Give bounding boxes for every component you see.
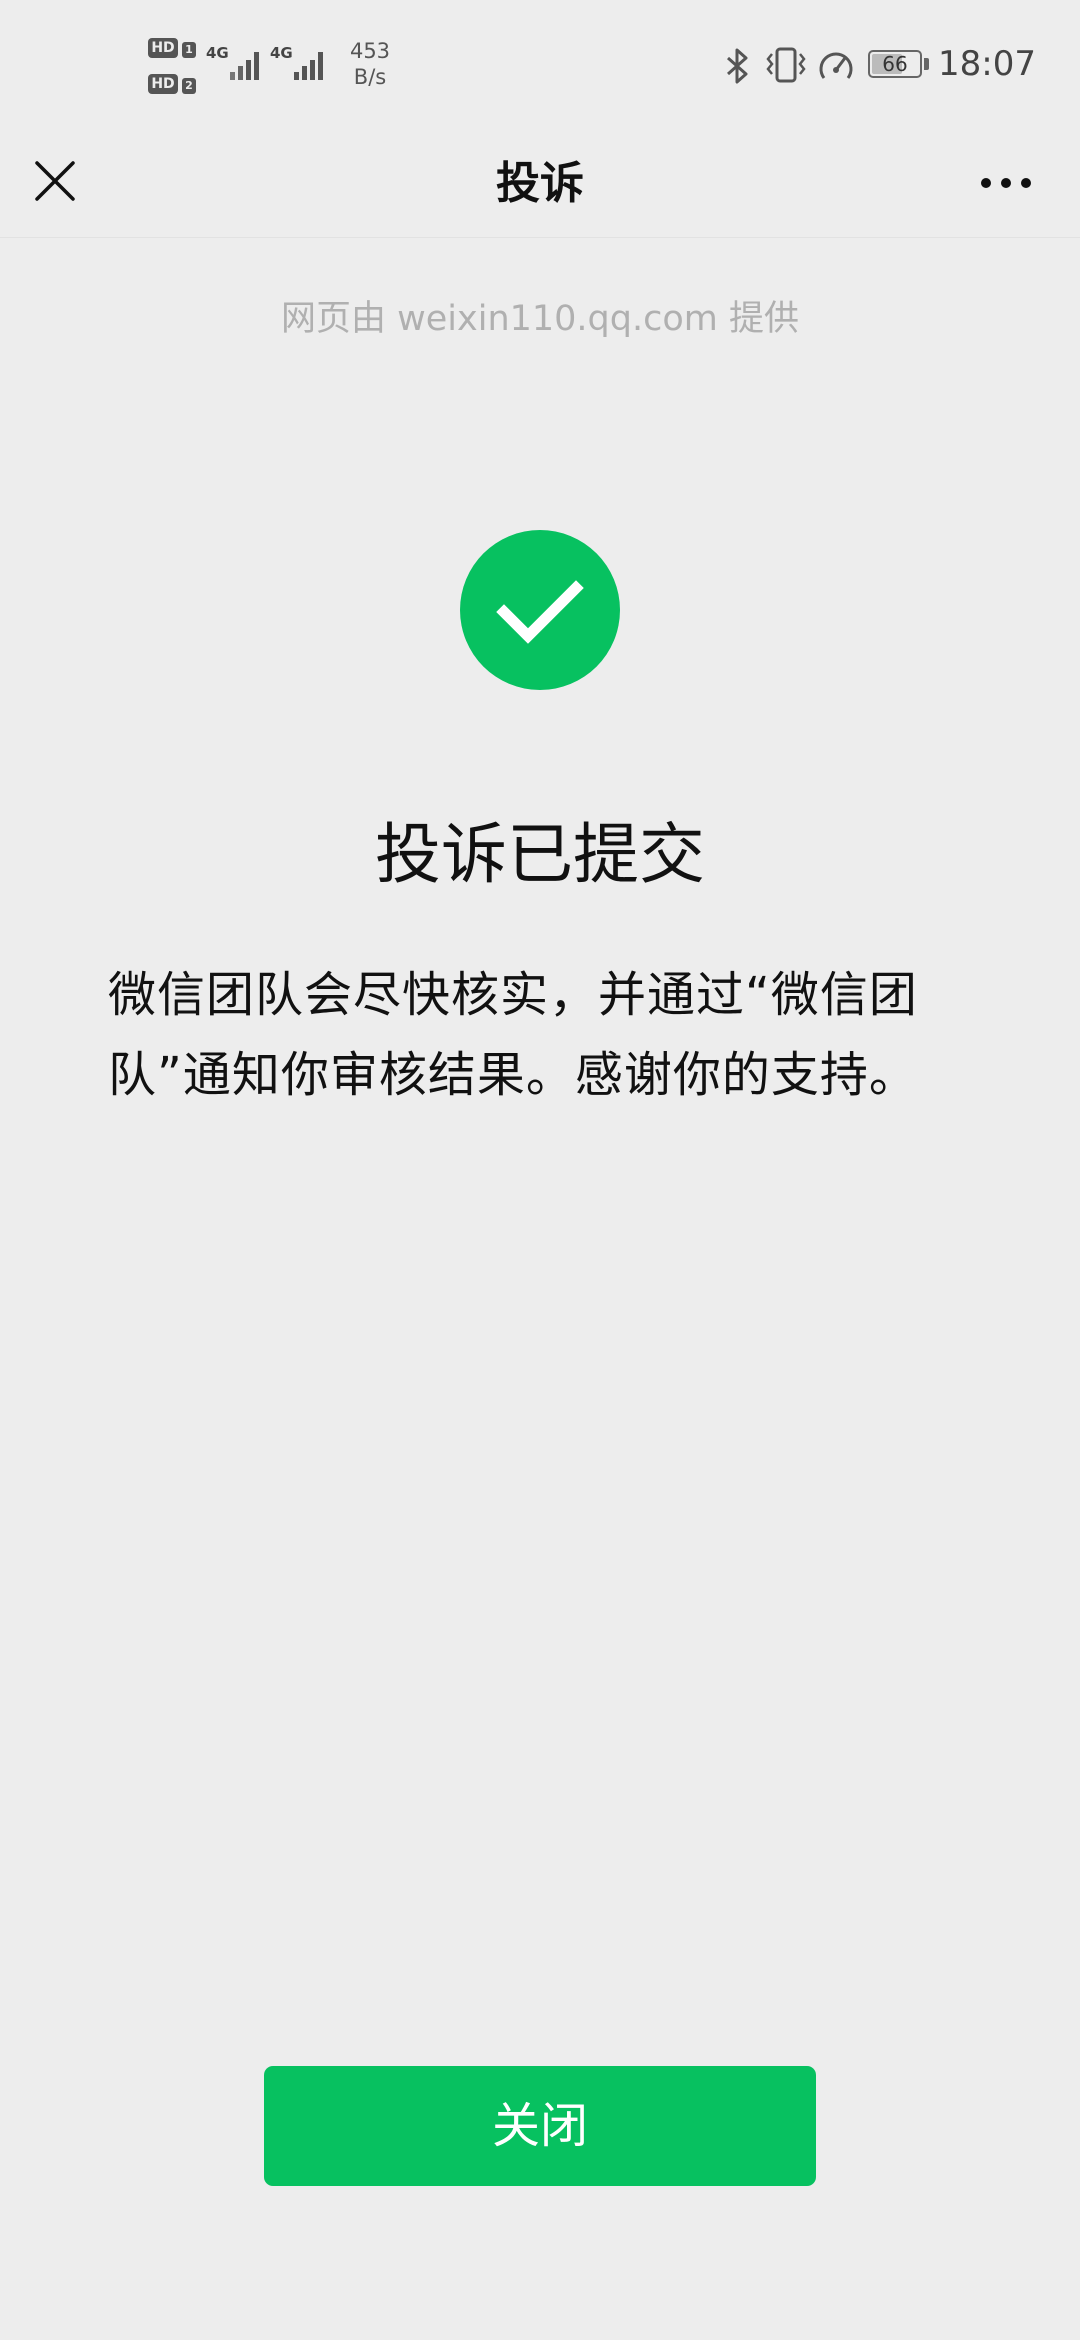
network-a-label: 4G <box>206 44 229 62</box>
network-speed-value: 453 <box>349 39 391 63</box>
sim1-index: 1 <box>182 42 196 58</box>
sim1-hd-badge: HD <box>148 38 178 58</box>
network-b-label: 4G <box>270 44 293 62</box>
provider-note: 网页由 weixin110.qq.com 提供 <box>281 299 799 339</box>
close-page-button[interactable]: 关闭 <box>264 2066 816 2186</box>
sim-indicator: HD 1 HD 2 <box>148 34 200 98</box>
more-icon <box>980 174 1032 193</box>
network-speed: 453 B/s <box>340 38 400 90</box>
close-icon <box>34 160 76 206</box>
battery-icon: 66 <box>868 50 922 78</box>
network-speed-unit: B/s <box>353 65 387 89</box>
sim2-index: 2 <box>182 78 196 94</box>
close-button[interactable] <box>22 150 88 216</box>
bluetooth-icon <box>724 48 752 88</box>
battery-level: 66 <box>882 52 908 76</box>
network-b: 4G <box>270 40 328 90</box>
vibrate-icon <box>764 46 808 88</box>
more-options-button[interactable] <box>966 150 1046 216</box>
sim2-hd-badge: HD <box>148 74 178 94</box>
result-title: 投诉已提交 <box>375 816 705 893</box>
nav-bar: 投诉 <box>0 130 1080 238</box>
screen: HD 1 HD 2 4G 4G 453 B/s 66 18:07 投诉 网页由 … <box>0 0 1080 2340</box>
data-saver-icon <box>816 46 856 88</box>
result-description: 微信团队会尽快核实，并通过“微信团队”通知你审核结果。感谢你的支持。 <box>108 967 918 1103</box>
status-time: 18:07 <box>938 44 1036 84</box>
checkmark-circle-icon <box>460 530 620 690</box>
status-bar: HD 1 HD 2 4G 4G 453 B/s 66 18:07 <box>0 0 1080 130</box>
page-title: 投诉 <box>496 158 584 209</box>
network-a: 4G <box>206 40 264 90</box>
battery-tip <box>924 58 929 70</box>
